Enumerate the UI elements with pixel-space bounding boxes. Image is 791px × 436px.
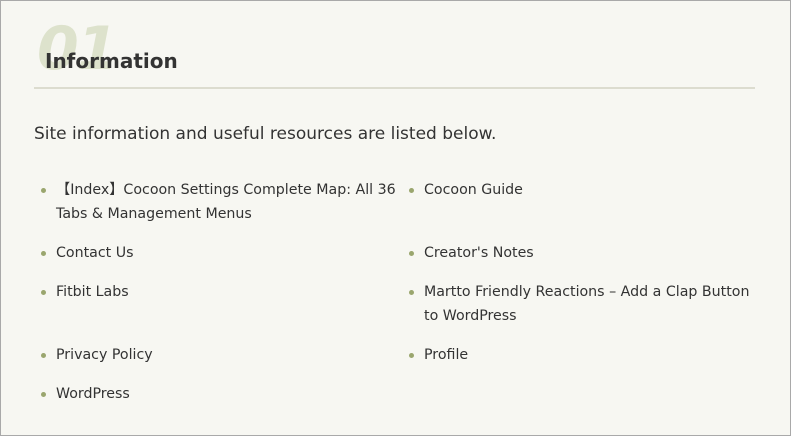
section-intro: Site information and useful resources ar… [34,124,497,144]
section-title: Information [45,49,178,73]
links-list: 【Index】Cocoon Settings Complete Map: All… [34,178,754,406]
link-cocoon-settings-index[interactable]: 【Index】Cocoon Settings Complete Map: All… [56,182,396,222]
link-martto-friendly-reactions[interactable]: Martto Friendly Reactions – Add a Clap B… [424,284,749,324]
list-item: Cocoon Guide [402,178,754,226]
content-panel: 01 Information Site information and usef… [0,0,791,436]
link-fitbit-labs[interactable]: Fitbit Labs [56,284,129,300]
list-item: WordPress [34,382,402,406]
list-item: Martto Friendly Reactions – Add a Clap B… [402,280,754,328]
bullet-icon [409,290,414,295]
link-privacy-policy[interactable]: Privacy Policy [56,347,153,363]
bullet-icon [41,251,46,256]
link-creators-notes[interactable]: Creator's Notes [424,245,534,261]
bullet-icon [41,353,46,358]
link-wordpress[interactable]: WordPress [56,386,130,402]
list-item: Creator's Notes [402,241,754,265]
bullet-icon [409,188,414,193]
list-item: Privacy Policy [34,343,402,367]
section-heading: 01 Information [34,15,755,89]
list-item: 【Index】Cocoon Settings Complete Map: All… [34,178,402,226]
link-contact-us[interactable]: Contact Us [56,245,133,261]
list-item: Profile [402,343,754,367]
link-cocoon-guide[interactable]: Cocoon Guide [424,182,523,198]
list-item: Contact Us [34,241,402,265]
bullet-icon [41,188,46,193]
link-profile[interactable]: Profile [424,347,468,363]
list-item: Fitbit Labs [34,280,402,328]
bullet-icon [41,392,46,397]
bullet-icon [409,353,414,358]
bullet-icon [409,251,414,256]
bullet-icon [41,290,46,295]
